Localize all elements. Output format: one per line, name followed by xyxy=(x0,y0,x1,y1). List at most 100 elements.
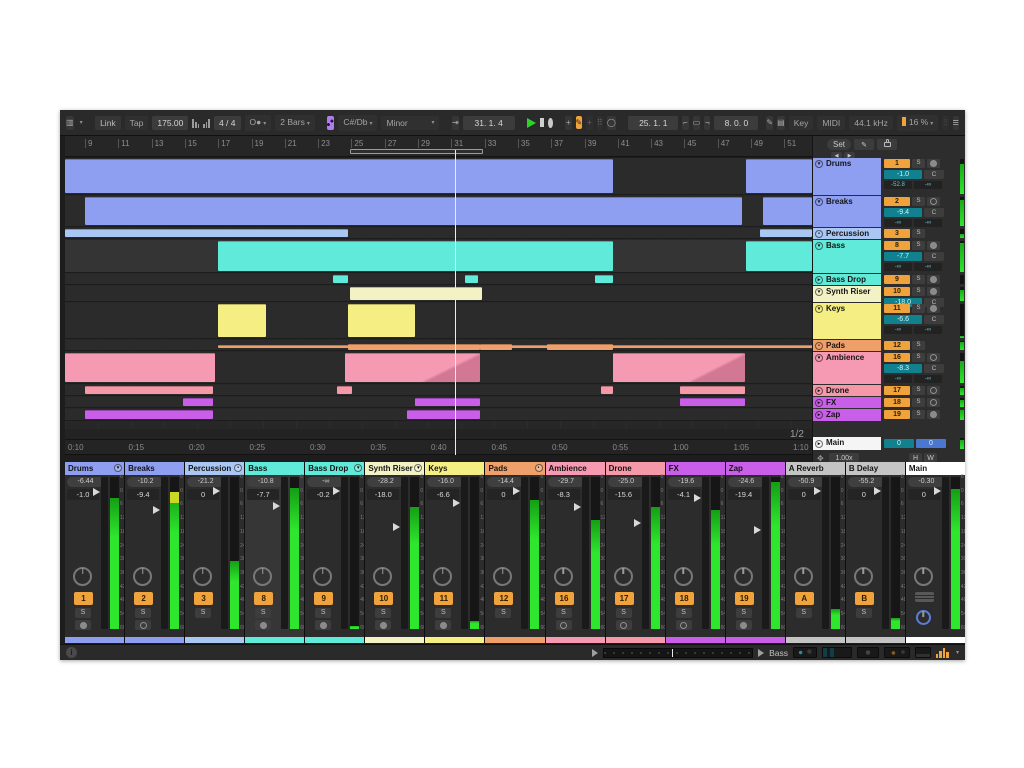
pan-knob[interactable] xyxy=(253,567,272,586)
midi-map-button[interactable]: MIDI xyxy=(817,116,845,130)
pen-icon[interactable]: ✎ xyxy=(766,116,773,130)
down-fold-icon[interactable]: ▾ xyxy=(354,464,362,472)
arm-button[interactable] xyxy=(75,620,91,630)
cue-volume-knob[interactable] xyxy=(916,610,931,625)
track-number-box[interactable]: 18 xyxy=(675,592,694,605)
mixer-track-name[interactable]: Zap xyxy=(726,462,785,475)
pan-knob[interactable] xyxy=(73,567,92,586)
solo-button[interactable]: S xyxy=(912,287,925,296)
clip-keys[interactable] xyxy=(348,304,415,337)
pan-knob[interactable] xyxy=(614,567,633,586)
stop-button[interactable] xyxy=(540,118,544,127)
track-lane-breaks[interactable] xyxy=(65,196,812,227)
loop-length-field[interactable]: 8. 0. 0 xyxy=(714,116,758,130)
volume-field[interactable]: -18.0 xyxy=(367,489,399,500)
track-number-box[interactable]: 9 xyxy=(314,592,333,605)
pan-knob[interactable] xyxy=(133,567,152,586)
clip-zap[interactable] xyxy=(85,410,213,419)
track-name[interactable]: ▾Drums xyxy=(813,158,881,195)
clip-pads[interactable] xyxy=(218,345,812,348)
dot-fold-icon[interactable]: • xyxy=(815,230,823,238)
arm-button[interactable] xyxy=(375,620,391,630)
track-lane-fx[interactable] xyxy=(65,397,812,408)
volume-fader[interactable] xyxy=(281,477,288,629)
clip-drums[interactable] xyxy=(65,159,613,193)
pan-field[interactable]: C xyxy=(924,170,944,179)
loop-switch-icon[interactable]: ▭ xyxy=(693,116,701,130)
track-lane-bass-drop[interactable] xyxy=(65,274,812,285)
volume-fader[interactable] xyxy=(221,477,228,629)
peak-level-box[interactable]: -14.4 xyxy=(487,477,524,487)
volume-fader[interactable] xyxy=(822,477,829,629)
volume-fader[interactable] xyxy=(161,477,168,629)
arm-button[interactable] xyxy=(556,620,572,630)
solo-button[interactable]: S xyxy=(856,608,872,618)
track-number-box[interactable]: 3 xyxy=(194,592,213,605)
capture-midi-icon[interactable]: ◯ xyxy=(607,116,616,130)
loop-start-field[interactable]: 25. 1. 1 xyxy=(628,116,678,130)
scale-menu[interactable]: Minor▾ xyxy=(381,116,439,130)
mixer-track-name[interactable]: Drone xyxy=(606,462,665,475)
clip-breaks[interactable] xyxy=(763,197,812,225)
volume-fader[interactable] xyxy=(702,477,709,629)
follow-button[interactable]: ⇥ xyxy=(452,116,459,130)
peak-level-box[interactable]: -16.0 xyxy=(427,477,464,487)
arm-button[interactable] xyxy=(315,620,331,630)
arm-button[interactable] xyxy=(927,386,940,395)
down-fold-icon[interactable]: ▾ xyxy=(414,464,422,472)
clip-drums[interactable] xyxy=(746,159,812,193)
clip-drone[interactable] xyxy=(601,386,613,394)
computer-midi-keyboard-icon[interactable]: ▤ xyxy=(777,116,785,130)
pan-knob[interactable] xyxy=(674,567,693,586)
device-thumbnail[interactable] xyxy=(793,647,817,658)
track-number-box[interactable]: 8 xyxy=(254,592,273,605)
arm-button[interactable] xyxy=(927,410,940,419)
metronome-icon[interactable] xyxy=(192,118,199,128)
solo-button[interactable]: S xyxy=(912,304,925,313)
peak-level-box[interactable]: -10.8 xyxy=(247,477,284,487)
peak-level-box[interactable]: -25.0 xyxy=(608,477,645,487)
arm-button[interactable] xyxy=(135,620,151,630)
right-fold-icon[interactable]: ▸ xyxy=(815,411,823,419)
arm-button[interactable] xyxy=(927,287,940,296)
track-header-percussion[interactable]: •Percussion3S xyxy=(813,228,966,239)
arm-button[interactable] xyxy=(927,275,940,284)
cpu-meter[interactable]: 16 %▾ xyxy=(897,115,938,131)
solo-button[interactable]: S xyxy=(912,341,925,350)
draw-mode-button[interactable]: ✎ xyxy=(576,116,583,129)
beat-time-ruler[interactable]: 9111315171921232527293133353739414345474… xyxy=(65,136,812,157)
arm-button[interactable] xyxy=(435,620,451,630)
peak-level-box[interactable]: -10.2 xyxy=(127,477,164,487)
arrangement-overview[interactable] xyxy=(603,648,753,658)
track-number-box[interactable]: 8 xyxy=(884,241,910,250)
groove-menu[interactable]: 2 Bars▾ xyxy=(275,115,315,131)
track-number-box[interactable]: A xyxy=(795,592,814,605)
track-number-box[interactable]: 2 xyxy=(134,592,153,605)
clip-fx[interactable] xyxy=(415,398,480,406)
track-name[interactable]: •Percussion xyxy=(813,228,881,239)
fader-handle[interactable] xyxy=(153,506,160,514)
track-lane-pads[interactable] xyxy=(65,340,812,351)
fader-handle[interactable] xyxy=(874,487,881,495)
crossfade-assign-box[interactable] xyxy=(915,592,934,602)
track-name[interactable]: ▾Keys xyxy=(813,303,881,339)
track-header-fx[interactable]: ▸FX18S xyxy=(813,397,966,408)
track-number-box[interactable]: 12 xyxy=(494,592,513,605)
peak-level-box[interactable]: -19.6 xyxy=(668,477,705,487)
arm-button[interactable] xyxy=(616,620,632,630)
fader-handle[interactable] xyxy=(694,494,701,502)
main-track-name[interactable]: ▸ Main xyxy=(813,437,881,450)
pan-knob[interactable] xyxy=(794,567,813,586)
volume-field[interactable]: -19.4 xyxy=(728,489,760,500)
track-number-box[interactable]: 10 xyxy=(374,592,393,605)
main-volume-field[interactable]: 0 xyxy=(884,439,914,448)
volume-fader[interactable] xyxy=(582,477,589,629)
volume-field[interactable]: -8.3 xyxy=(548,489,580,500)
down-fold-icon[interactable]: ▾ xyxy=(815,354,823,362)
track-number-box[interactable]: 11 xyxy=(434,592,453,605)
play-button[interactable] xyxy=(527,118,536,128)
arrangement-position-field[interactable]: 31. 1. 4 xyxy=(463,116,515,130)
solo-button[interactable]: S xyxy=(912,353,925,362)
main-pan-field[interactable]: 0 xyxy=(916,439,946,448)
pan-field[interactable]: C xyxy=(924,252,944,261)
